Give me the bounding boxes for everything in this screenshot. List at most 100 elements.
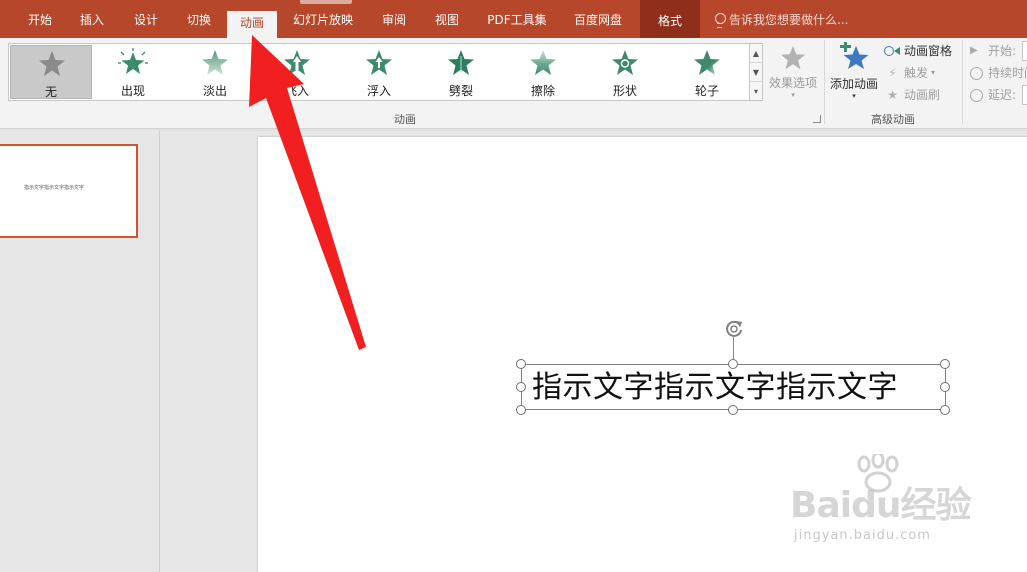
animation-wheel-label: 轮子 <box>694 84 719 98</box>
animation-appear[interactable]: 出现 <box>92 45 174 99</box>
title-bar-fragment <box>300 0 352 4</box>
trigger-label: 触发 <box>904 66 929 80</box>
watermark-brand: Baidu经验 <box>790 485 971 526</box>
animation-fly-in[interactable]: 飞入 <box>256 45 338 99</box>
animation-none-label: 无 <box>44 85 57 99</box>
resize-handle-right[interactable] <box>940 382 950 392</box>
trigger-button[interactable]: ⚡ 触发 ▾ <box>884 63 935 83</box>
tab-design[interactable]: 设计 <box>124 9 168 31</box>
add-animation-button[interactable]: 添加动画 ▾ <box>826 42 882 104</box>
timing-start-select[interactable] <box>1022 41 1027 61</box>
watermark-url: jingyan.baidu.com <box>794 528 931 543</box>
animation-dialog-launcher-icon[interactable] <box>813 115 821 123</box>
tab-review[interactable]: 审阅 <box>372 9 416 31</box>
effect-options-dropdown-icon: ▾ <box>791 91 795 99</box>
animation-fly-in-label: 飞入 <box>284 84 309 98</box>
resize-handle-top[interactable] <box>728 359 738 369</box>
group-separator <box>962 40 963 124</box>
group-separator <box>824 40 825 124</box>
play-icon: ▶ <box>970 45 978 56</box>
rotate-handle-icon[interactable] <box>723 318 745 340</box>
tell-me-text: 告诉我您想要做什么... <box>729 13 849 27</box>
tab-insert[interactable]: 插入 <box>70 9 114 31</box>
resize-handle-left[interactable] <box>516 382 526 392</box>
star-none-icon <box>39 51 65 76</box>
timing-start: ▶ 开始: <box>970 41 1016 61</box>
star-float-in-icon <box>366 50 392 75</box>
timing-delay: 延迟: <box>970 85 1016 105</box>
animation-pane-icon <box>884 44 901 58</box>
tab-baidu-netdisk[interactable]: 百度网盘 <box>565 9 631 31</box>
effect-options-button[interactable]: 效果选项 ▾ <box>764 42 822 104</box>
animation-shape[interactable]: 形状 <box>584 45 666 99</box>
add-animation-dropdown-icon: ▾ <box>852 92 856 100</box>
resize-handle-bottom[interactable] <box>728 405 738 415</box>
star-fly-in-icon <box>284 50 310 75</box>
animation-painter-icon: ★ <box>887 88 898 102</box>
animation-gallery: 无 出现 淡出 飞入 浮入 劈裂 擦除 形状 轮子 <box>8 43 750 101</box>
slide-thumbnail-1[interactable]: 指示文字指示文字指示文字 <box>0 144 138 238</box>
slide-thumbnail-pane: 指示文字指示文字指示文字 <box>0 130 160 572</box>
tab-slide-show[interactable]: 幻灯片放映 <box>286 9 360 31</box>
animation-pane-button[interactable]: 动画窗格 <box>884 41 952 61</box>
animations-ribbon: 无 出现 淡出 飞入 浮入 劈裂 擦除 形状 轮子 ▲ ▼ ▾ 动画 效果选项 … <box>0 38 1027 129</box>
tab-pdf-tools[interactable]: PDF工具集 <box>482 9 552 31</box>
rotation-handle-line <box>733 337 734 359</box>
animation-appear-label: 出现 <box>120 84 145 98</box>
animation-wheel[interactable]: 轮子 <box>666 45 748 99</box>
animation-split-label: 劈裂 <box>448 84 473 98</box>
gallery-more-icon[interactable]: ▾ <box>750 82 762 101</box>
lightbulb-icon <box>714 13 726 28</box>
trigger-dropdown-icon: ▾ <box>931 68 936 77</box>
timing-duration-label: 持续时间 <box>988 66 1027 80</box>
tab-format[interactable]: 格式 <box>640 0 700 38</box>
star-split-icon <box>448 50 474 75</box>
animation-float-in[interactable]: 浮入 <box>338 45 420 99</box>
lightning-icon: ⚡ <box>888 66 897 80</box>
gallery-scroll-down-icon[interactable]: ▼ <box>750 63 762 82</box>
selected-textbox[interactable]: 指示文字指示文字指示文字 <box>521 364 946 410</box>
animation-fade-label: 淡出 <box>202 84 227 98</box>
resize-handle-bottom-right[interactable] <box>940 405 950 415</box>
animation-pane-label: 动画窗格 <box>904 44 953 58</box>
gallery-scroll-up-icon[interactable]: ▲ <box>750 44 762 63</box>
tab-transitions[interactable]: 切换 <box>177 9 221 31</box>
animation-float-in-label: 浮入 <box>366 84 391 98</box>
slide-thumbnail-text: 指示文字指示文字指示文字 <box>24 185 85 191</box>
animation-wipe[interactable]: 擦除 <box>502 45 584 99</box>
add-animation-icon <box>840 42 869 69</box>
timing-start-label: 开始: <box>988 44 1017 58</box>
effect-options-label: 效果选项 <box>768 76 817 90</box>
resize-handle-top-left[interactable] <box>516 359 526 369</box>
animation-fade[interactable]: 淡出 <box>174 45 256 99</box>
star-appear-icon <box>118 48 148 74</box>
animation-wipe-label: 擦除 <box>530 84 555 98</box>
tab-home[interactable]: 开始 <box>18 9 62 31</box>
textbox-text[interactable]: 指示文字指示文字指示文字 <box>532 368 898 408</box>
animation-painter-button[interactable]: ★ 动画刷 <box>884 85 940 105</box>
animation-split[interactable]: 劈裂 <box>420 45 502 99</box>
animation-shape-label: 形状 <box>612 84 637 98</box>
effect-options-star-icon <box>780 45 806 70</box>
powerpoint-window: 开始 插入 设计 切换 动画 幻灯片放映 审阅 视图 PDF工具集 百度网盘 格… <box>0 0 1027 572</box>
add-animation-label: 添加动画 <box>829 77 878 91</box>
tab-view[interactable]: 视图 <box>425 9 469 31</box>
animation-group-label: 动画 <box>394 113 416 126</box>
star-fade-icon <box>202 50 228 75</box>
resize-handle-bottom-left[interactable] <box>516 405 526 415</box>
tab-animations[interactable]: 动画 <box>227 11 277 38</box>
baidu-jingyan-watermark: Baidu经验 jingyan.baidu.com <box>786 454 976 552</box>
tell-me-search[interactable]: 告诉我您想要做什么... <box>714 9 848 31</box>
delay-clock-icon <box>970 88 983 102</box>
timing-duration: 持续时间 <box>970 63 1027 83</box>
gallery-scrollbar: ▲ ▼ ▾ <box>750 43 763 101</box>
resize-handle-top-right[interactable] <box>940 359 950 369</box>
timing-delay-label: 延迟: <box>988 88 1017 102</box>
star-wipe-icon <box>530 50 556 75</box>
advanced-animation-group-label: 高级动画 <box>871 113 915 126</box>
star-wheel-icon <box>694 50 720 75</box>
timing-delay-input[interactable] <box>1022 85 1027 105</box>
star-shape-icon <box>612 50 638 75</box>
animation-none[interactable]: 无 <box>10 45 92 99</box>
clock-icon <box>970 66 983 80</box>
